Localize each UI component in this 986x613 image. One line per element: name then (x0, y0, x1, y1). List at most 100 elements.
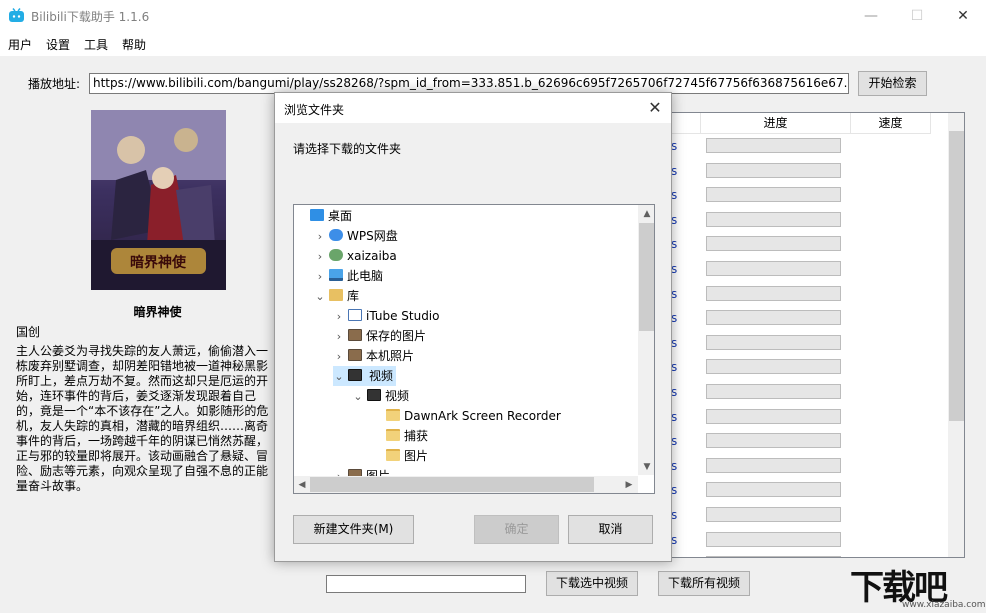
chevron-down-icon[interactable]: ⌄ (352, 387, 364, 407)
watermark-url: www.xiazaiba.com (902, 600, 986, 610)
anime-poster: 暗界神使 (91, 110, 226, 290)
tree-node-label: DawnArk Screen Recorder (404, 409, 561, 423)
tree-node-label: 本机照片 (366, 349, 415, 363)
tree-node[interactable]: › iTube Studio (333, 306, 439, 326)
episode-progress-bar (706, 359, 841, 374)
tree-node-label: iTube Studio (366, 309, 440, 323)
episode-progress-bar (706, 433, 841, 448)
app-library-icon (348, 309, 362, 321)
cloud-icon (329, 229, 343, 241)
anime-title: 暗界神使 (133, 305, 182, 319)
episode-progress-bar (706, 310, 841, 325)
dialog-prompt: 请选择下载的文件夹 (293, 142, 402, 156)
tree-node[interactable]: ⌄ 视频 (333, 366, 397, 387)
folder-icon (386, 409, 400, 421)
episode-progress-bar (706, 335, 841, 350)
episode-progress-bar (706, 261, 841, 276)
scroll-down-icon[interactable]: ▼ (639, 459, 654, 475)
maximize-button[interactable]: ☐ (894, 0, 940, 32)
folder-icon (386, 429, 400, 441)
episode-progress-bar (706, 409, 841, 424)
chevron-down-icon[interactable]: ⌄ (333, 367, 345, 387)
tree-node[interactable]: › 此电脑 (314, 266, 383, 286)
dialog-title: 浏览文件夹 (284, 103, 345, 117)
chevron-right-icon[interactable]: › (314, 247, 326, 267)
tree-node-label: 捕获 (404, 429, 429, 443)
tree-node-label: 视频 (366, 369, 397, 383)
anime-description: 主人公姜爻为寻找失踪的友人萧远，偷偷潜入一栋废弃别墅调查，却阴差阳错地被一道神秘… (16, 344, 269, 493)
ok-button[interactable]: 确定 (474, 515, 559, 544)
minimize-button[interactable]: — (848, 0, 894, 32)
new-folder-button[interactable]: 新建文件夹(M) (293, 515, 414, 544)
folder-tree-vscroll-thumb[interactable] (639, 223, 654, 331)
anime-region: 国创 (16, 325, 41, 339)
user-icon (329, 249, 343, 261)
poster-caption: 暗界神使 (130, 254, 187, 271)
computer-icon (329, 269, 343, 281)
episode-progress-bar (706, 507, 841, 522)
poster-artwork: 暗界神使 (91, 110, 226, 290)
tree-node-label: WPS网盘 (347, 229, 398, 243)
tree-node-label: 此电脑 (347, 269, 384, 283)
window-title: Bilibili下载助手 1.1.6 (31, 10, 150, 24)
tree-node[interactable]: DawnArk Screen Recorder (371, 406, 561, 426)
tree-node[interactable]: ⌄ 视频 (352, 386, 409, 406)
episode-progress-bar (706, 212, 841, 227)
menu-user[interactable]: 用户 (8, 36, 32, 53)
tree-node[interactable]: 捕获 (371, 426, 428, 446)
folder-tree-hscroll-thumb[interactable] (310, 477, 594, 492)
tree-node[interactable]: › WPS网盘 (314, 226, 398, 246)
browse-folder-dialog: 浏览文件夹 ✕ 请选择下载的文件夹 桌面 › WPS网盘 › xaizaiba › 此电脑 ⌄… (274, 92, 672, 562)
tree-node[interactable]: › 本机照片 (333, 346, 414, 366)
episode-progress-bar (706, 532, 841, 547)
menu-settings[interactable]: 设置 (46, 36, 70, 53)
picture-library-icon (348, 349, 362, 361)
progress-col-header[interactable]: 进度 (701, 113, 851, 134)
address-label: 播放地址: (28, 77, 81, 91)
chevron-right-icon[interactable]: › (314, 227, 326, 247)
menu-help[interactable]: 帮助 (122, 36, 146, 53)
episode-progress-bar (706, 138, 841, 153)
close-button[interactable]: ✕ (940, 0, 986, 32)
menu-tools[interactable]: 工具 (84, 36, 108, 53)
video-library-icon (348, 369, 362, 381)
episode-col-header[interactable] (671, 113, 701, 134)
episode-progress-bar (706, 458, 841, 473)
cancel-button[interactable]: 取消 (568, 515, 653, 544)
episode-progress-bar (706, 286, 841, 301)
scroll-left-icon[interactable]: ◀ (294, 477, 310, 493)
scroll-right-icon[interactable]: ▶ (621, 477, 637, 493)
episode-list-scroll-thumb[interactable] (949, 131, 964, 421)
scroll-up-icon[interactable]: ▲ (639, 206, 654, 222)
chevron-right-icon[interactable]: › (333, 307, 345, 327)
menu-bar (0, 32, 986, 56)
search-button[interactable]: 开始检索 (858, 71, 927, 96)
episode-progress-bar (706, 482, 841, 497)
chevron-right-icon[interactable]: › (333, 327, 345, 347)
tree-node-label: xaizaiba (347, 249, 397, 263)
video-folder-icon (367, 389, 381, 401)
tree-node[interactable]: 图片 (371, 446, 428, 466)
tree-node-label: 视频 (385, 389, 410, 403)
speed-col-header[interactable]: 速度 (851, 113, 931, 134)
chevron-right-icon[interactable]: › (333, 347, 345, 367)
episode-progress-bar (706, 384, 841, 399)
dialog-close-icon[interactable]: ✕ (643, 97, 667, 119)
tree-node-label: 保存的图片 (366, 329, 427, 343)
episode-progress-bar (706, 163, 841, 178)
download-selected-button[interactable]: 下载选中视频 (546, 571, 638, 596)
tree-node-label: 库 (347, 289, 360, 303)
desktop-icon (310, 209, 324, 221)
tree-node[interactable]: › xaizaiba (314, 246, 397, 266)
chevron-right-icon[interactable]: › (314, 267, 326, 287)
tree-node[interactable]: › 保存的图片 (333, 326, 426, 346)
download-path-input[interactable] (326, 575, 526, 593)
folder-tree[interactable]: 桌面 › WPS网盘 › xaizaiba › 此电脑 ⌄ 库 › iTube Studio › 保存的… (293, 204, 655, 494)
tree-node[interactable]: 桌面 (295, 206, 352, 226)
download-all-button[interactable]: 下载所有视频 (658, 571, 750, 596)
episode-progress-bar (706, 556, 841, 557)
address-input[interactable]: https://www.bilibili.com/bangumi/play/ss… (89, 73, 849, 94)
tree-node[interactable]: ⌄ 库 (314, 286, 359, 306)
folder-icon (386, 449, 400, 461)
chevron-down-icon[interactable]: ⌄ (314, 287, 326, 307)
